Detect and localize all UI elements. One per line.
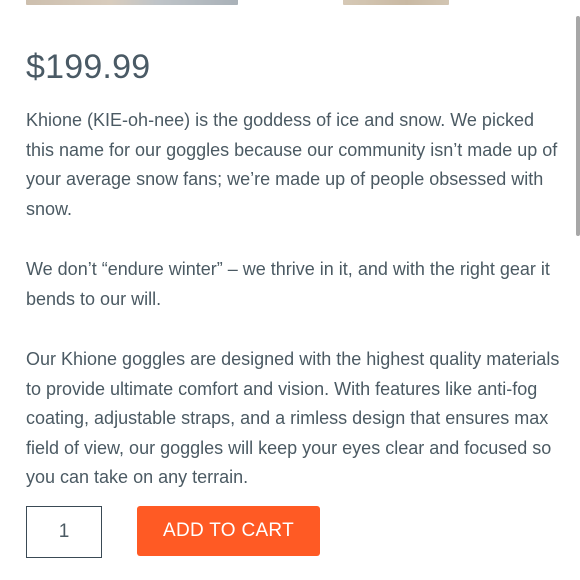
description-paragraph-2: We don’t “endure winter” – we thrive in … (26, 259, 550, 309)
product-thumbnail-1[interactable] (26, 0, 238, 5)
description-paragraph-1: Khione (KIE-oh-nee) is the goddess of ic… (26, 110, 558, 219)
product-price: $199.99 (26, 48, 151, 86)
product-thumbnail-2[interactable] (343, 0, 449, 5)
product-image-gallery (0, 0, 580, 6)
description-paragraph-3: Our Khione goggles are designed with the… (26, 349, 560, 487)
product-description: Khione (KIE-oh-nee) is the goddess of ic… (26, 106, 562, 524)
page-scrollbar[interactable] (576, 16, 580, 236)
product-page: $199.99 Khione (KIE-oh-nee) is the godde… (0, 0, 580, 580)
quantity-input[interactable] (26, 506, 102, 558)
add-to-cart-button[interactable]: ADD TO CART (137, 506, 320, 556)
